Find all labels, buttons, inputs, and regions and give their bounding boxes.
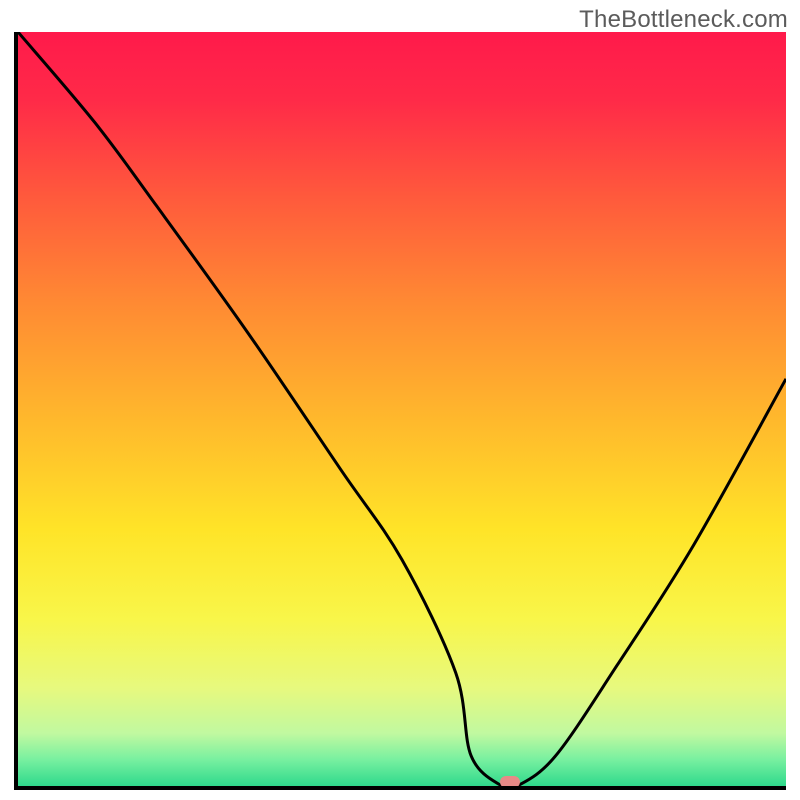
chart-container: { "watermark": "TheBottleneck.com", "cha…	[0, 0, 800, 800]
minimum-marker	[500, 776, 520, 788]
plot-area	[14, 32, 786, 790]
watermark-text: TheBottleneck.com	[579, 6, 788, 34]
bottleneck-curve	[18, 32, 786, 786]
